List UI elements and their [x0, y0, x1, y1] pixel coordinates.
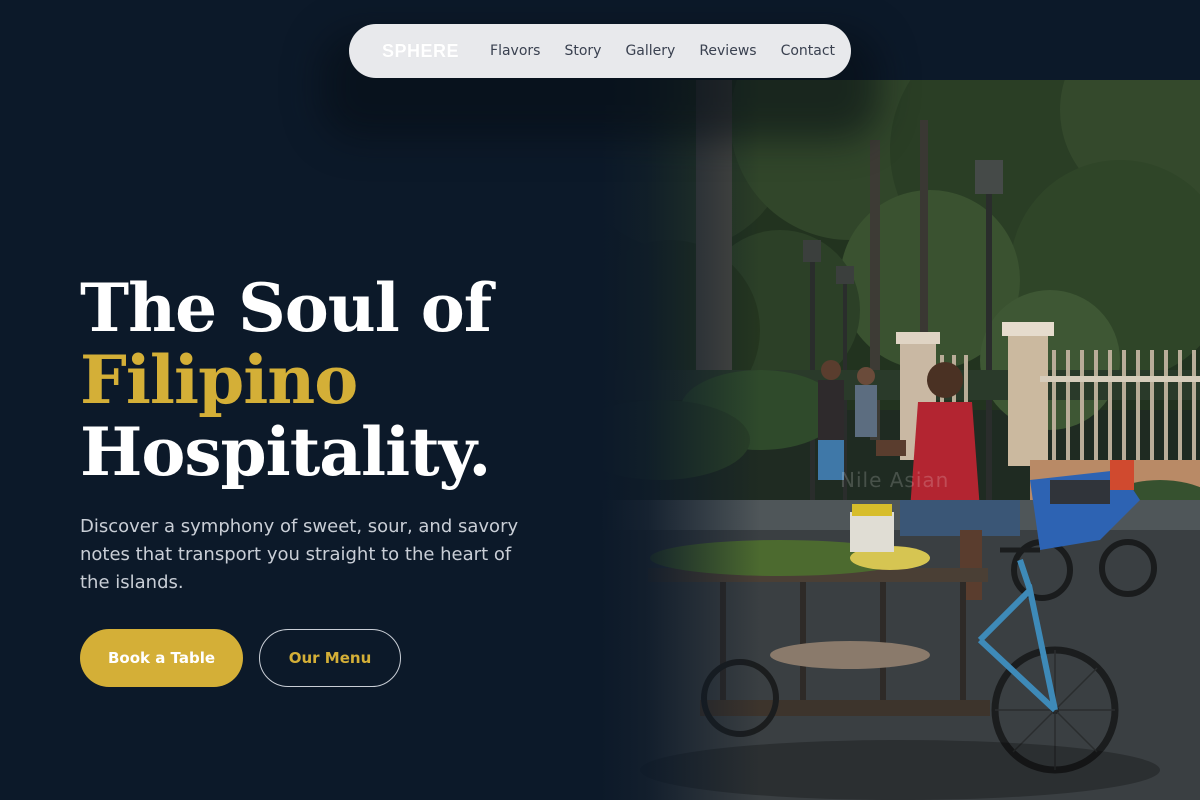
brand-logo[interactable]: SPHERE [382, 41, 459, 62]
hero-description: Discover a symphony of sweet, sour, and … [80, 516, 519, 593]
hero-photo-fade [600, 80, 760, 800]
nav-link-reviews[interactable]: Reviews [699, 43, 756, 59]
book-table-button[interactable]: Book a Table [80, 629, 243, 687]
nav-link-story[interactable]: Story [564, 43, 601, 59]
headline-accent: Filipino [80, 341, 358, 419]
hero-photo: Nile Asian [600, 80, 1200, 800]
hero-headline: The Soul of Filipino Hospitality. [80, 269, 492, 491]
nav-link-contact[interactable]: Contact [781, 43, 835, 59]
headline-line-3: Hospitality. [80, 413, 491, 491]
nav-link-gallery[interactable]: Gallery [625, 43, 675, 59]
photo-watermark: Nile Asian [840, 468, 950, 492]
top-navigation: SPHERE Flavors Story Gallery Reviews Con… [349, 24, 851, 78]
our-menu-button[interactable]: Our Menu [259, 629, 401, 687]
hero-page: Nile Asian SPHERE Flavors Story Gallery … [0, 0, 1200, 800]
headline-line-1: The Soul of [80, 269, 492, 347]
nav-link-flavors[interactable]: Flavors [490, 43, 540, 59]
